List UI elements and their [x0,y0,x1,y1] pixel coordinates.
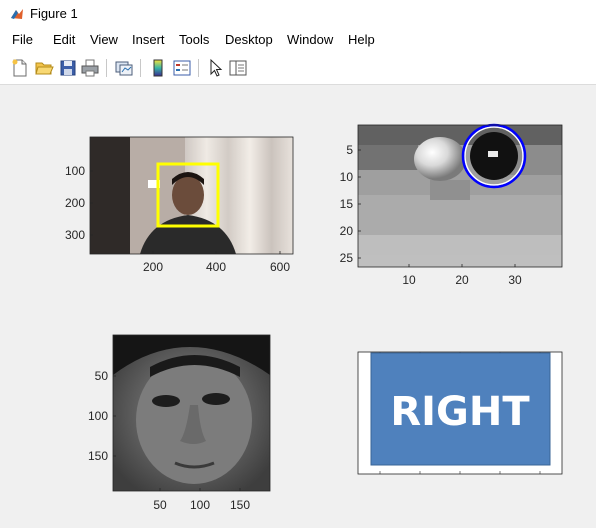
legend-icon [173,60,191,76]
toolbar-separator [198,59,199,77]
figure-canvas: 200 400 600 100 200 300 10 20 30 5 10 15… [0,85,596,528]
x-tick-label: 10 [402,273,416,287]
property-inspector-button[interactable] [228,58,248,78]
y-tick-label: 300 [65,228,85,242]
open-file-button[interactable] [34,58,54,78]
save-disk-icon [60,60,76,76]
y-tick-label: 10 [340,170,354,184]
new-file-icon [12,59,27,77]
edit-plot-button[interactable] [206,58,226,78]
y-tick-label: 100 [65,164,85,178]
new-figure-button[interactable] [10,58,30,78]
property-panel-icon [229,60,247,76]
printer-icon [81,59,99,77]
eye-crop-axes[interactable]: 10 20 30 5 10 15 20 25 [340,123,563,287]
insert-colorbar-button[interactable] [148,58,168,78]
y-tick-label: 25 [340,251,354,265]
x-tick-label: 20 [455,273,469,287]
print-button[interactable] [80,58,100,78]
y-tick-label: 5 [346,143,353,157]
y-tick-label: 200 [65,196,85,210]
figure-axes-layer: 200 400 600 100 200 300 10 20 30 5 10 15… [65,123,563,512]
figure-toolbar [0,52,596,85]
y-tick-label: 150 [88,449,108,463]
face-crop-axes[interactable]: 50 100 150 50 100 150 [88,334,271,512]
window-title: Figure 1 [30,6,78,21]
link-plot-icon [115,61,133,76]
menu-tools[interactable]: Tools [178,32,210,47]
y-tick-label: 100 [88,409,108,423]
face-detection-axes[interactable]: 200 400 600 100 200 300 [65,136,294,274]
menu-bar: File Edit View Insert Tools Desktop Wind… [0,28,596,52]
x-tick-label: 600 [270,260,290,274]
y-tick-label: 50 [95,369,109,383]
direction-label: RIGHT [390,389,530,435]
menu-desktop[interactable]: Desktop [224,32,274,47]
x-tick-label: 50 [153,498,167,512]
insert-legend-button[interactable] [172,58,192,78]
x-tick-label: 30 [508,273,522,287]
direction-axes[interactable]: RIGHT [357,351,563,475]
x-tick-label: 150 [230,498,250,512]
menu-help[interactable]: Help [347,32,376,47]
y-tick-label: 15 [340,197,354,211]
colorbar-icon [153,59,163,77]
title-bar: Figure 1 [0,0,596,28]
menu-insert[interactable]: Insert [131,32,166,47]
toolbar-separator [140,59,141,77]
menu-edit[interactable]: Edit [52,32,76,47]
y-tick-label: 20 [340,224,354,238]
x-tick-label: 200 [143,260,163,274]
toolbar-separator [106,59,107,77]
menu-view[interactable]: View [89,32,119,47]
matlab-logo-icon [10,7,24,21]
x-tick-label: 400 [206,260,226,274]
arrow-pointer-icon [210,58,223,77]
x-tick-label: 100 [190,498,210,512]
folder-open-icon [35,62,54,75]
save-button[interactable] [58,58,78,78]
link-plot-button[interactable] [114,58,134,78]
menu-window[interactable]: Window [286,32,334,47]
menu-file[interactable]: File [11,32,34,47]
